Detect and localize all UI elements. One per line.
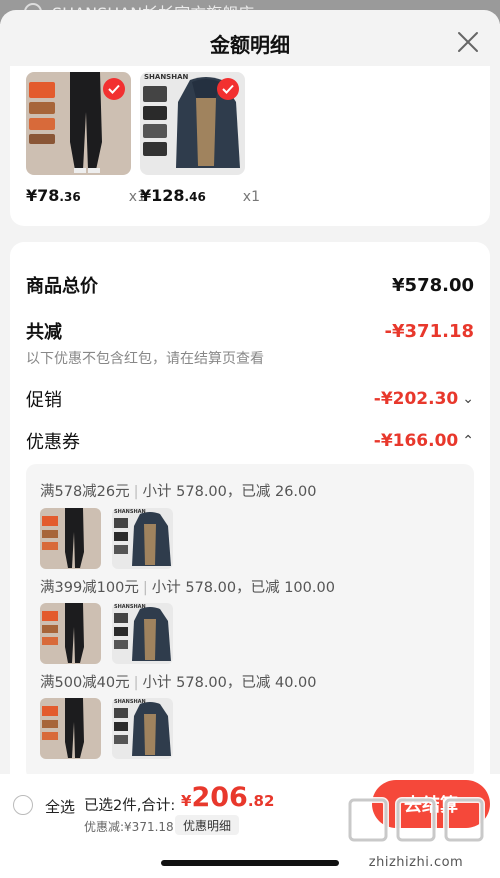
- amount-summary-card: 商品总价 ¥578.00 共减 -¥371.18 以下优惠不包含红包，请在结算页…: [10, 242, 490, 802]
- coupon-label: 优惠券: [26, 432, 80, 453]
- product-item[interactable]: SHANSHAN ¥128.46 x1: [140, 72, 260, 205]
- product-price-row: ¥128.46 x1: [140, 186, 260, 205]
- product-quantity: x1: [242, 189, 260, 205]
- promo-value: -¥202.30: [373, 389, 459, 409]
- selected-check-icon: [217, 78, 239, 100]
- coupon-rule: 满500减40元 | 小计 578.00，已减 40.00: [40, 675, 317, 691]
- coupon-item-thumb-jacket: SHANSHAN: [112, 508, 173, 569]
- product-image-pants: [26, 72, 131, 175]
- chevron-down-icon: ⌄: [462, 391, 474, 407]
- product-item[interactable]: ¥78.36 x1: [26, 72, 146, 205]
- thumb-brand: SHANSHAN: [114, 604, 146, 610]
- discount-detail-button[interactable]: 优惠明细: [175, 815, 240, 835]
- product-price: ¥78.36: [26, 186, 81, 205]
- promo-row[interactable]: 促销 -¥202.30 ⌄: [26, 386, 474, 412]
- product-price-row: ¥78.36 x1: [26, 186, 146, 205]
- select-all-radio[interactable]: [13, 795, 33, 815]
- coupon-item-thumb-pants: [40, 508, 101, 569]
- product-card: ¥78.36 x1 SHANSHAN ¥128.46 x1: [10, 66, 490, 226]
- coupon-row[interactable]: 优惠券 -¥166.00 ⌃: [26, 428, 474, 454]
- product-image-jacket: SHANSHAN: [140, 72, 245, 175]
- amount-detail-sheet: 金额明细 ¥78.36 x1 SHANSHAN ¥128.46 x1 商品总价 …: [0, 10, 500, 878]
- coupon-item-thumb-pants: [40, 698, 101, 759]
- selected-count: 已选2件,合计:: [84, 798, 176, 814]
- goods-total-value: ¥578.00: [392, 274, 474, 296]
- total-amount: ¥206.82: [181, 782, 275, 813]
- coupon-details: 满578减26元 | 小计 578.00，已减 26.00 SHANSHAN 满39…: [26, 464, 474, 780]
- product-brand: SHANSHAN: [144, 73, 189, 81]
- reduce-label: 共减: [26, 322, 62, 343]
- close-icon[interactable]: [456, 30, 480, 54]
- sheet-title: 金额明细: [210, 32, 290, 57]
- home-indicator: [161, 860, 339, 866]
- goods-total-row: 商品总价 ¥578.00: [26, 272, 474, 298]
- watermark: zhizhizhi.com: [342, 790, 490, 878]
- coupon-item-thumb-pants: [40, 603, 101, 664]
- coupon-value: -¥166.00: [373, 431, 459, 451]
- thumb-brand: SHANSHAN: [114, 509, 146, 515]
- reduce-value: -¥371.18: [384, 320, 474, 342]
- reduce-note: 以下优惠不包含红包，请在结算页查看: [26, 351, 264, 367]
- coupon-rule: 满578减26元 | 小计 578.00，已减 26.00: [40, 484, 317, 500]
- watermark-text: zhizhizhi.com: [368, 855, 464, 870]
- watermark-logo: [347, 797, 485, 843]
- coupon-rule: 满399减100元 | 小计 578.00，已减 100.00: [40, 580, 335, 596]
- discount-text: 优惠减:¥371.18: [84, 820, 174, 834]
- chevron-up-icon: ⌃: [462, 433, 474, 449]
- thumb-brand: SHANSHAN: [114, 699, 146, 705]
- coupon-item-thumb-jacket: SHANSHAN: [112, 603, 173, 664]
- goods-total-label: 商品总价: [26, 276, 98, 297]
- coupon-item-thumb-jacket: SHANSHAN: [112, 698, 173, 759]
- reduce-row: 共减 -¥371.18: [26, 318, 474, 344]
- product-price: ¥128.46: [140, 186, 206, 205]
- selected-check-icon: [103, 78, 125, 100]
- select-all-label[interactable]: 全选: [45, 796, 75, 817]
- promo-label: 促销: [26, 390, 62, 411]
